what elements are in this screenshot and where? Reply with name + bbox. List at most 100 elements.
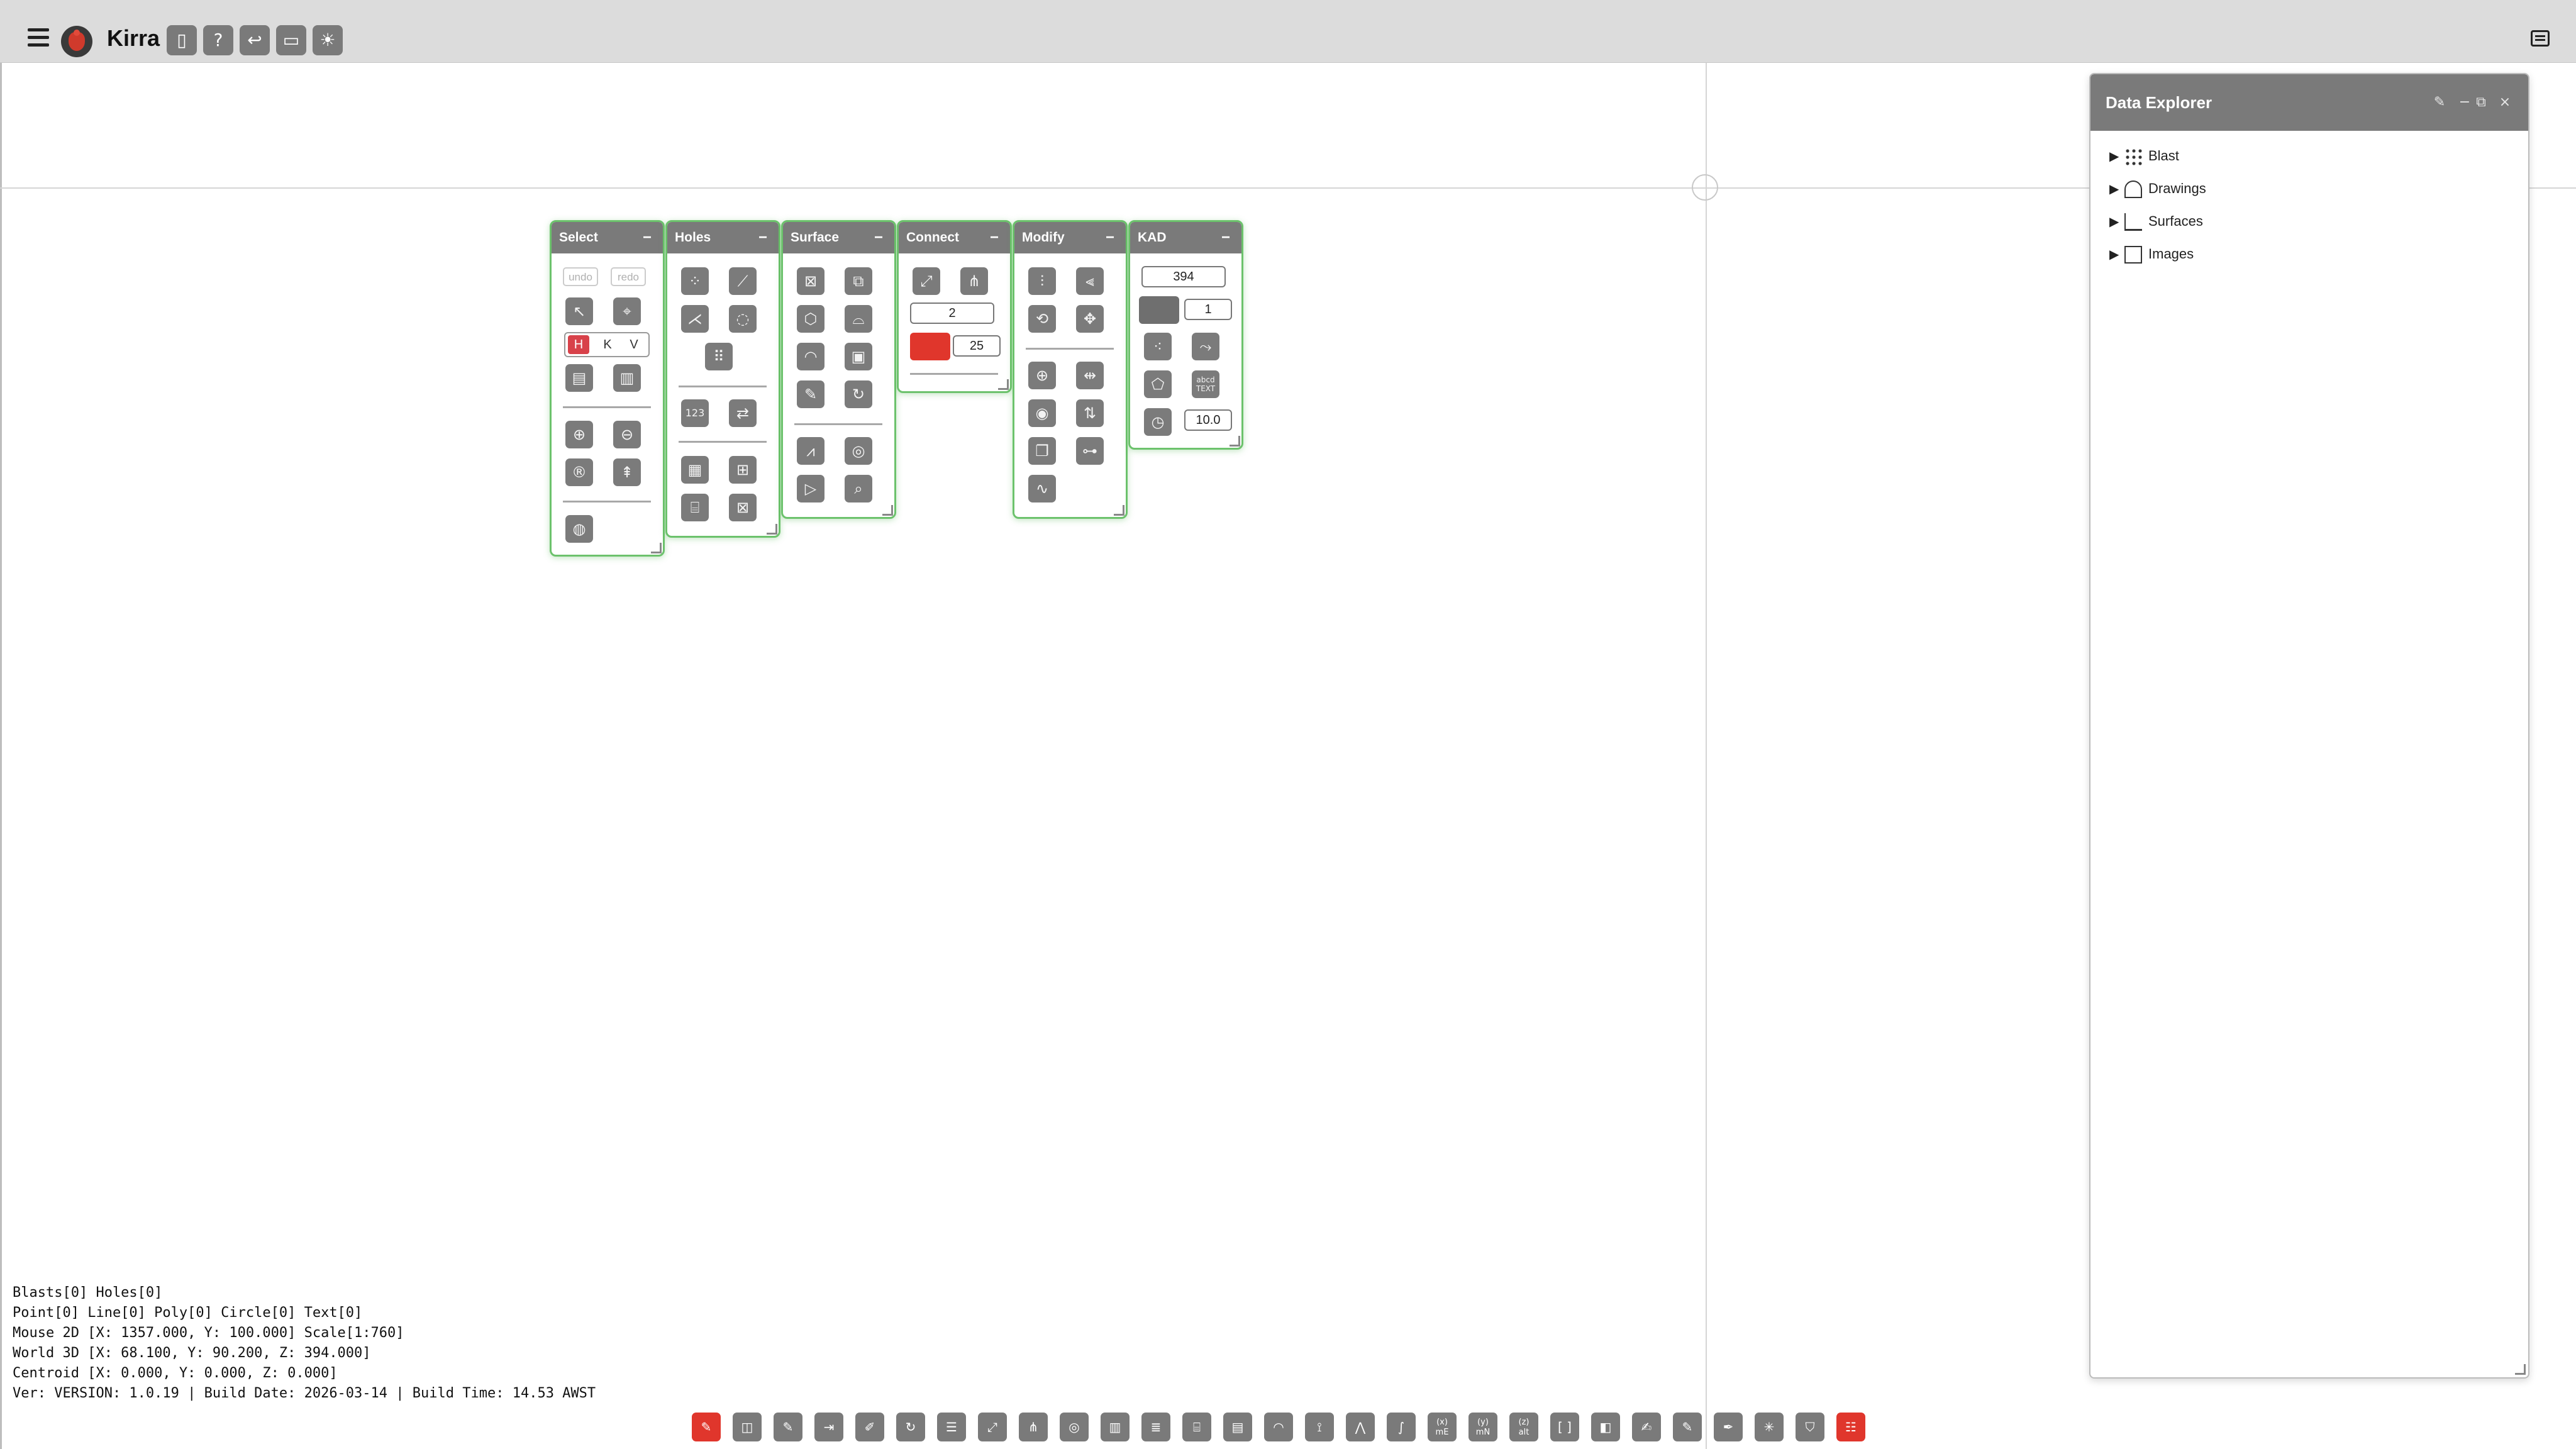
fit-view-icon[interactable]: ⇞ — [613, 458, 641, 486]
connect-panel-header[interactable]: Connect − — [899, 222, 1010, 253]
hole-depth-icon[interactable]: ⌸ — [681, 494, 709, 521]
resize-handle[interactable] — [882, 505, 893, 516]
connect-size-input[interactable]: 25 — [953, 335, 1001, 357]
doc-pen-icon[interactable]: ✎ — [1673, 1413, 1702, 1441]
northing-icon[interactable]: (y) mN — [1468, 1413, 1497, 1441]
connect-color-swatch[interactable] — [910, 333, 950, 360]
resize-handle[interactable] — [2515, 1364, 2526, 1375]
pin-icon[interactable]: ✎ — [2430, 93, 2449, 112]
kad-radius-input[interactable]: 10.0 — [1184, 409, 1232, 431]
link-icon[interactable]: ⊶ — [1076, 437, 1104, 465]
path-icon[interactable]: ∿ — [1028, 475, 1056, 502]
globe-settings-icon[interactable]: ◍ — [565, 515, 593, 543]
doc-export-icon[interactable]: ⇥ — [814, 1413, 843, 1441]
data-explorer-header[interactable]: Data Explorer ✎ ⧉ − × — [2090, 74, 2528, 131]
surface-edit-icon[interactable]: ✎ — [797, 380, 824, 408]
restore-icon[interactable]: ⧉ — [2472, 93, 2490, 112]
doc-edit-icon[interactable]: ✎ — [774, 1413, 802, 1441]
kad-text-icon[interactable]: abcd TEXT — [1192, 370, 1219, 398]
connect-single-icon[interactable]: ⤢ — [913, 267, 940, 295]
list-settings-icon[interactable]: ☷ — [1836, 1413, 1865, 1441]
close-icon[interactable]: × — [2496, 93, 2514, 112]
minimize-button[interactable]: − — [1106, 222, 1114, 253]
doc-note-icon[interactable]: ✐ — [855, 1413, 884, 1441]
adjust-icon[interactable]: ⫶ — [1028, 267, 1056, 295]
network-icon[interactable]: ⋔ — [1019, 1413, 1048, 1441]
edit-rotate-icon[interactable]: ⟲ — [1028, 305, 1056, 333]
surface-triangulate-icon[interactable]: ⊠ — [797, 267, 824, 295]
display-icon[interactable]: ▭ — [276, 25, 306, 55]
resize-handle[interactable] — [998, 379, 1009, 390]
surface-contour-icon[interactable]: ◠ — [797, 343, 824, 370]
reconnect-icon[interactable]: ⇅ — [1076, 399, 1104, 427]
resize-handle[interactable] — [1114, 505, 1124, 516]
shield-icon[interactable]: ⛉ — [1796, 1413, 1824, 1441]
text-doc-icon[interactable]: ≣ — [1141, 1413, 1170, 1441]
add-holes-icon[interactable]: ⁘ — [681, 267, 709, 295]
sparkle-icon[interactable]: ✳ — [1755, 1413, 1784, 1441]
mode-k-button[interactable]: K — [597, 335, 618, 354]
spline-icon[interactable]: ∫ — [1387, 1413, 1416, 1441]
minimize-button[interactable]: − — [643, 222, 652, 253]
surface-cube-icon[interactable]: ▣ — [845, 343, 872, 370]
expand-icon[interactable]: ▶ — [2109, 209, 2124, 235]
mode-h-button[interactable]: H — [568, 335, 589, 354]
surface-solid-icon[interactable]: ⬡ — [797, 305, 824, 333]
move-icon[interactable]: ✥ — [1076, 305, 1104, 333]
expand-icon[interactable]: ▶ — [2109, 177, 2124, 202]
menu-icon[interactable] — [28, 28, 49, 47]
connect-multi-icon[interactable]: ⋔ — [960, 267, 988, 295]
polyline-icon[interactable]: ⋀ — [1346, 1413, 1375, 1441]
columns-icon[interactable]: ◧ — [1591, 1413, 1620, 1441]
altitude-icon[interactable]: (z) alt — [1509, 1413, 1538, 1441]
tree-item-blast[interactable]: ▶ Blast — [2109, 143, 2179, 169]
curve-icon[interactable]: ⟟ — [1305, 1413, 1334, 1441]
doc-sign-icon[interactable]: ✍ — [1632, 1413, 1661, 1441]
tree-item-drawings[interactable]: ▶ Drawings — [2109, 176, 2206, 201]
hole-table-icon[interactable]: ▦ — [681, 456, 709, 484]
play-icon[interactable]: ▷ — [797, 475, 824, 502]
hole-properties-icon[interactable]: ⊞ — [729, 456, 757, 484]
doc-list-icon[interactable]: ☰ — [937, 1413, 966, 1441]
surface-rotate-icon[interactable]: ↻ — [845, 380, 872, 408]
copy-icon[interactable]: ❐ — [1028, 437, 1056, 465]
minimize-button[interactable]: − — [990, 222, 999, 253]
swap-icon[interactable]: ⇄ — [729, 399, 757, 427]
reset-view-icon[interactable]: ® — [565, 458, 593, 486]
select-panel-header[interactable]: Select − — [552, 222, 663, 253]
numbering-icon[interactable]: 123 — [681, 399, 709, 427]
delete-hole-icon[interactable]: ⊠ — [729, 494, 757, 521]
adjust-all-icon[interactable]: ⫷ — [1076, 267, 1104, 295]
split-view-icon[interactable]: ◫ — [733, 1413, 762, 1441]
surface-mesh-icon[interactable]: ⧉ — [845, 267, 872, 295]
window-select-icon[interactable]: ▤ — [565, 364, 593, 392]
kad-elevation-input[interactable]: 394 — [1141, 266, 1226, 287]
minimize-button[interactable]: − — [1221, 222, 1230, 253]
surface-profile-icon[interactable]: ⩘ — [797, 437, 824, 465]
surface-cylinder-icon[interactable]: ⌓ — [845, 305, 872, 333]
kad-line-icon[interactable]: ⤳ — [1192, 333, 1219, 360]
kad-color-swatch[interactable] — [1139, 296, 1179, 324]
modify-panel-header[interactable]: Modify − — [1014, 222, 1126, 253]
connector-icon[interactable]: ⤢ — [978, 1413, 1007, 1441]
minimize-icon[interactable]: − — [2455, 93, 2474, 112]
doc-rotate-icon[interactable]: ↻ — [896, 1413, 925, 1441]
polygon-select-icon[interactable]: ▥ — [613, 364, 641, 392]
connect-delay-input[interactable]: 2 — [910, 303, 994, 324]
resize-handle[interactable] — [767, 524, 777, 535]
lasso-select-icon[interactable]: ⌖ — [613, 297, 641, 325]
easting-icon[interactable]: (x) mE — [1428, 1413, 1457, 1441]
expand-icon[interactable]: ▶ — [2109, 144, 2124, 169]
minimize-button[interactable]: − — [758, 222, 767, 253]
redo-button[interactable]: redo — [611, 267, 646, 286]
bracket-icon[interactable]: [ ] — [1550, 1413, 1579, 1441]
kad-circle-icon[interactable]: ◷ — [1144, 408, 1172, 436]
arc-icon[interactable]: ◠ — [1264, 1413, 1293, 1441]
resize-handle[interactable] — [1230, 436, 1240, 447]
kad-line-width-input[interactable]: 1 — [1184, 299, 1232, 320]
surface-sphere-icon[interactable]: ◎ — [845, 437, 872, 465]
pointer-select-icon[interactable]: ↖ — [565, 297, 593, 325]
grid-doc-icon[interactable]: ▥ — [1101, 1413, 1130, 1441]
hole-circle-icon[interactable]: ◌ — [729, 305, 757, 333]
surface-panel-header[interactable]: Surface − — [783, 222, 894, 253]
